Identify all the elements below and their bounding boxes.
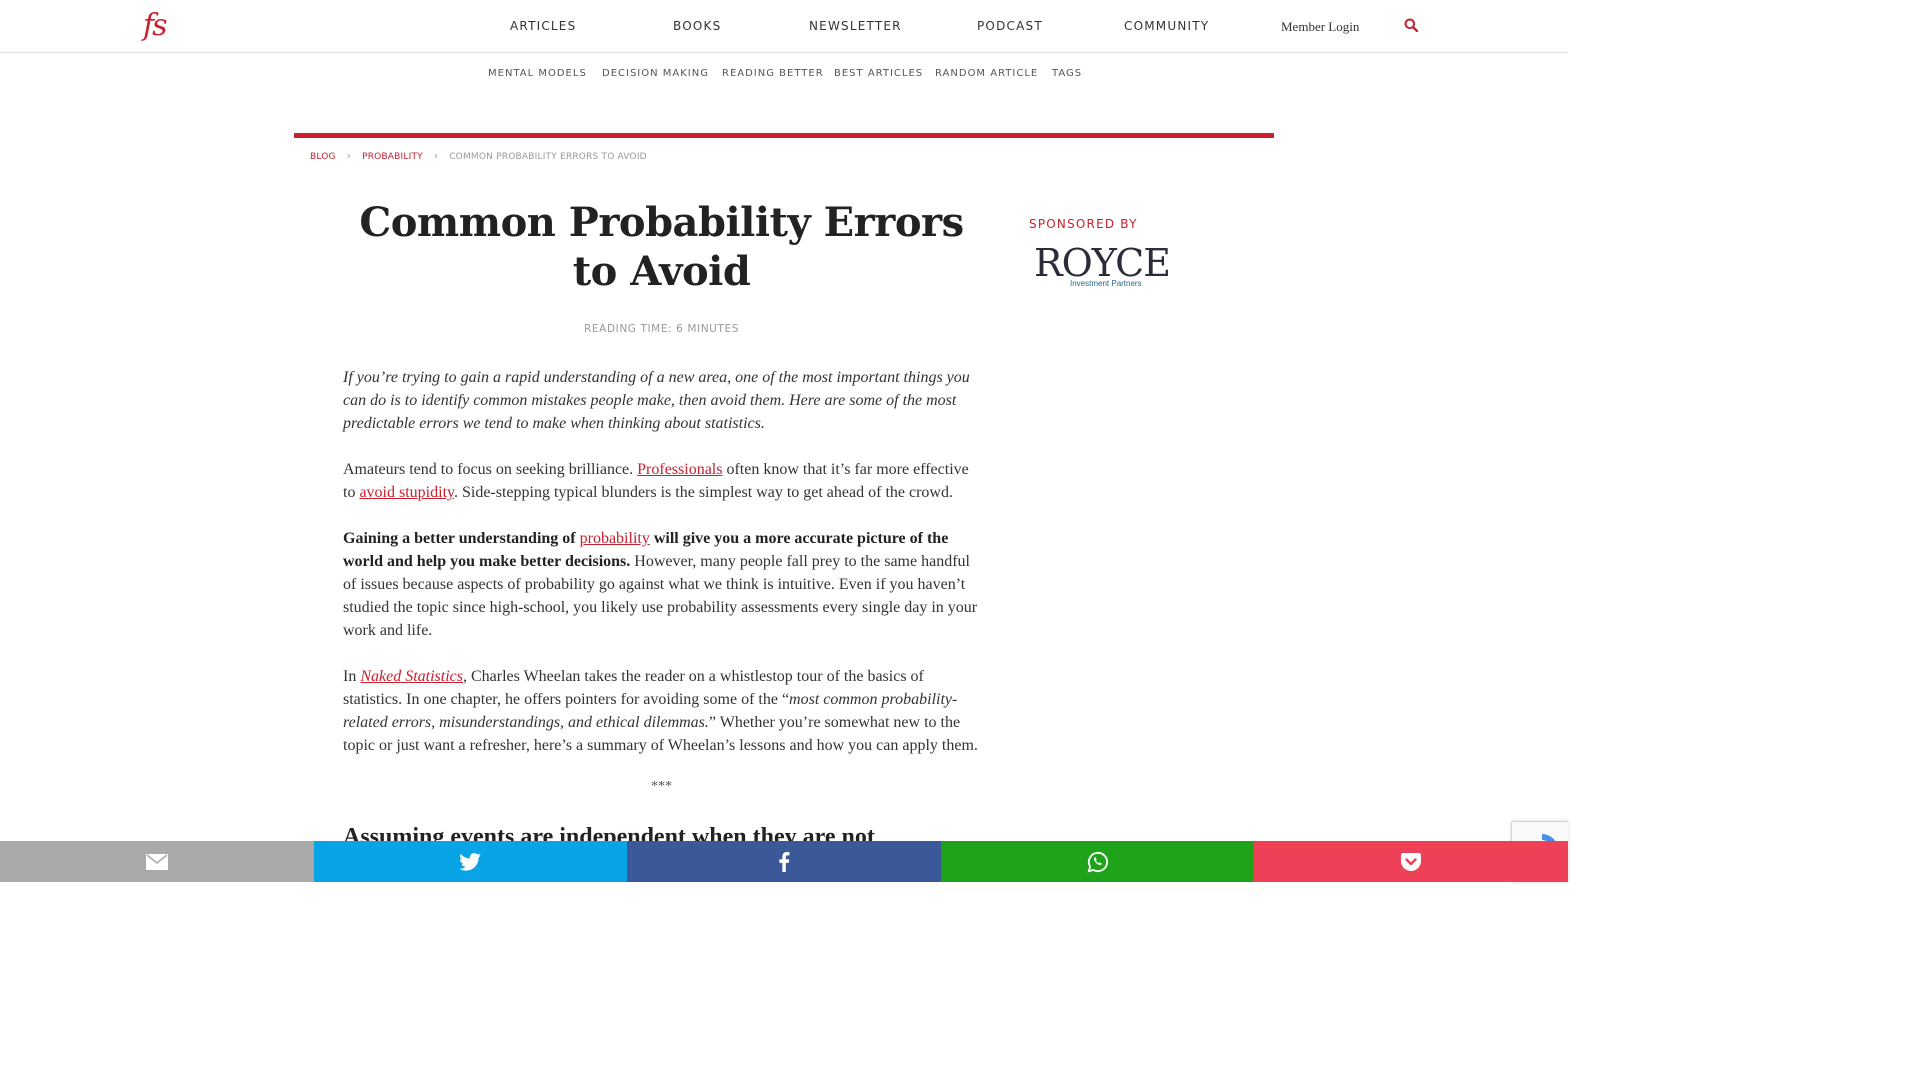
nav-articles[interactable]: ARTICLES xyxy=(510,19,576,33)
chevron-right-icon: › xyxy=(433,151,439,162)
paragraph-text: In xyxy=(343,668,361,685)
breadcrumb-blog[interactable]: BLOG xyxy=(310,152,336,162)
accent-divider xyxy=(294,133,1274,138)
nav-books[interactable]: BOOKS xyxy=(673,19,721,33)
probability-link[interactable]: probability xyxy=(580,530,650,547)
chevron-right-icon: › xyxy=(346,151,351,162)
member-login-link[interactable]: Member Login xyxy=(1281,19,1359,35)
facebook-icon xyxy=(779,851,790,872)
share-twitter-button[interactable] xyxy=(313,841,628,882)
bold-text: Gaining a better understanding of xyxy=(343,530,580,547)
paragraph-text: . Side-stepping typical blunders is the … xyxy=(453,484,953,501)
subnav-mental-models[interactable]: MENTAL MODELS xyxy=(488,68,587,79)
article-paragraph: Gaining a better understanding of probab… xyxy=(343,527,983,642)
breadcrumb-current: COMMON PROBABILITY ERRORS TO AVOID xyxy=(449,152,647,162)
share-pocket-button[interactable] xyxy=(1254,841,1568,882)
share-whatsapp-button[interactable] xyxy=(940,841,1255,882)
subnav-best-articles[interactable]: BEST ARTICLES xyxy=(834,68,923,79)
breadcrumb: BLOG › PROBABILITY › COMMON PROBABILITY … xyxy=(310,151,647,162)
email-icon xyxy=(145,853,168,870)
site-logo[interactable]: fs xyxy=(143,8,167,43)
article-intro: If you’re trying to gain a rapid underst… xyxy=(343,369,970,432)
nav-community[interactable]: COMMUNITY xyxy=(1124,19,1209,33)
article-paragraph: Amateurs tend to focus on seeking brilli… xyxy=(343,458,983,504)
reading-time: READING TIME: 6 MINUTES xyxy=(584,323,739,335)
article-title: Common Probability Errors to Avoid xyxy=(359,199,964,295)
sponsored-label: SPONSORED BY xyxy=(1029,217,1138,231)
top-navigation: fs ARTICLES BOOKS NEWSLETTER PODCAST COM… xyxy=(0,0,1568,53)
sponsor-logo-text: ROYCE xyxy=(1034,241,1171,285)
subnav-reading-better[interactable]: READING BETTER xyxy=(722,68,824,79)
share-email-button[interactable] xyxy=(0,841,314,882)
nav-newsletter[interactable]: NEWSLETTER xyxy=(809,19,902,33)
breadcrumb-probability[interactable]: PROBABILITY xyxy=(362,152,423,162)
share-facebook-button[interactable] xyxy=(627,841,941,882)
search-icon[interactable] xyxy=(1404,18,1420,34)
avoid-stupidity-link[interactable]: avoid stupidity xyxy=(359,484,454,501)
nav-podcast[interactable]: PODCAST xyxy=(977,19,1043,33)
sub-navigation: MENTAL MODELS DECISION MAKING READING BE… xyxy=(0,68,1568,84)
professionals-link[interactable]: Professionals xyxy=(637,461,722,478)
subnav-random-article[interactable]: RANDOM ARTICLE xyxy=(935,68,1038,79)
twitter-icon xyxy=(459,852,482,871)
subnav-tags[interactable]: TAGS xyxy=(1052,68,1082,79)
pocket-icon xyxy=(1401,852,1422,871)
paragraph-text: Amateurs tend to focus on seeking brilli… xyxy=(343,461,638,478)
whatsapp-icon xyxy=(1087,851,1108,872)
share-bar xyxy=(0,841,1568,882)
naked-statistics-link[interactable]: Naked Statistics xyxy=(360,668,463,685)
subnav-decision-making[interactable]: DECISION MAKING xyxy=(602,68,709,79)
article-paragraph: In Naked Statistics, Charles Wheelan tak… xyxy=(343,665,983,757)
section-separator: *** xyxy=(651,779,672,794)
sponsor-logo[interactable]: ROYCE Investment Partners xyxy=(1034,241,1171,292)
